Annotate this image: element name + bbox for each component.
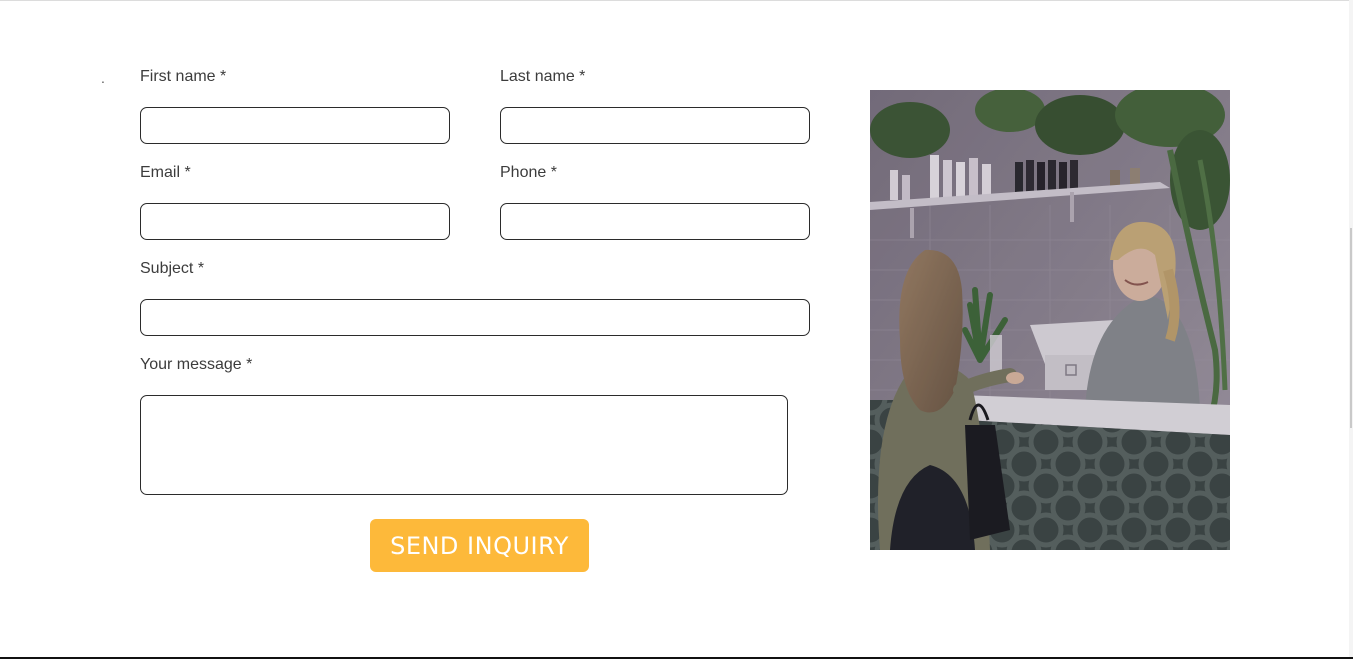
subject-input[interactable]: [140, 299, 810, 336]
last-name-label: Last name *: [500, 68, 586, 85]
scrollbar-thumb[interactable]: [1350, 228, 1352, 428]
email-label: Email *: [140, 164, 191, 181]
list-marker: .: [101, 70, 105, 86]
subject-label: Subject *: [140, 260, 205, 277]
top-divider: [0, 0, 1353, 1]
first-name-label: First name *: [140, 68, 227, 85]
email-input[interactable]: [140, 203, 450, 240]
phone-input[interactable]: [500, 203, 810, 240]
first-name-input[interactable]: [140, 107, 450, 144]
message-label: Your message *: [140, 356, 253, 373]
contact-page: . First name * Last name * Email * Phone…: [0, 0, 1353, 659]
last-name-input[interactable]: [500, 107, 810, 144]
message-textarea[interactable]: [140, 395, 788, 495]
phone-label: Phone *: [500, 164, 557, 181]
send-inquiry-button[interactable]: SEND INQUIRY: [370, 519, 589, 572]
customer-at-shop-counter-photo: [870, 90, 1230, 550]
